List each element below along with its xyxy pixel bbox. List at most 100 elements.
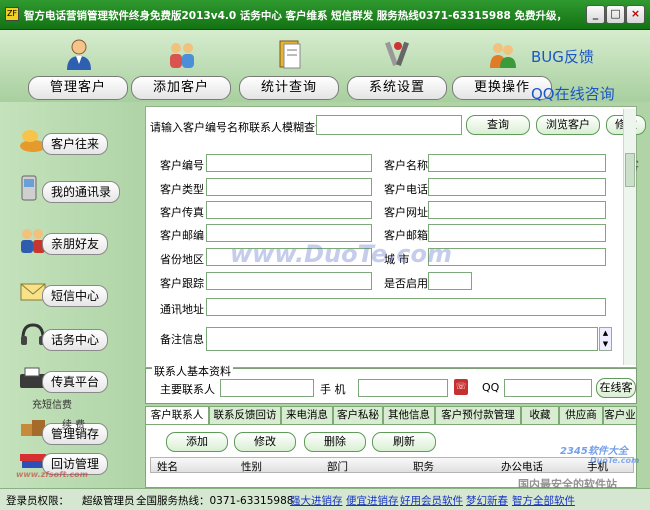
column-header[interactable]: 办公电话: [501, 459, 543, 474]
app-icon: ZF: [5, 7, 19, 21]
remarks-label: 备注信息: [160, 333, 204, 346]
customer-name-input[interactable]: [428, 154, 606, 172]
province-label: 省份地区: [160, 253, 204, 266]
customer-followup-label: 客户跟踪: [160, 277, 204, 290]
users-icon: [490, 43, 516, 68]
main-toolbar: 管理客户 添加客户 统计查询 系统设置 更换操作 BUG反馈 QQ在线咨询: [0, 30, 650, 104]
address-input[interactable]: [206, 298, 606, 316]
tab-feedback-revisit[interactable]: 联系反馈回访: [209, 406, 281, 424]
status-bar: 登录员权限： 超级管理员 全国服务热线：0371-63315988 强大进销存 …: [0, 488, 650, 510]
qq-consult-link[interactable]: QQ在线咨询: [531, 83, 615, 104]
bug-feedback-link[interactable]: BUG反馈: [531, 46, 594, 67]
refresh-button[interactable]: 刷新: [372, 432, 436, 452]
link-new-year[interactable]: 梦幻新春: [466, 493, 508, 508]
customer-name-label: 客户名称: [384, 159, 428, 172]
customer-type-label: 客户类型: [160, 183, 204, 196]
add-button[interactable]: 添加: [166, 432, 228, 452]
tab-incoming-calls[interactable]: 来电消息: [281, 406, 333, 424]
manage-customers-button[interactable]: 管理客户: [28, 38, 128, 100]
tab-private[interactable]: 客户私秘: [333, 406, 383, 424]
add-customer-button[interactable]: 添加客户: [131, 38, 231, 100]
qq-input[interactable]: [504, 379, 592, 397]
scrollbar-thumb[interactable]: [625, 153, 635, 187]
delete-button[interactable]: 删除: [304, 432, 366, 452]
tab-customer-business[interactable]: 客户业: [603, 406, 637, 424]
mobile-input[interactable]: [358, 379, 448, 397]
sidebar: 客户往来 我的通讯录 亲朋好友 短信中心 话务中心 传真平台 充短信费 管理销存…: [0, 102, 140, 488]
phone-call-icon[interactable]: ☏: [454, 379, 468, 395]
link-inventory-cheap[interactable]: 便宜进销存: [346, 493, 399, 508]
customer-email-label: 客户邮箱: [384, 229, 428, 242]
customer-website-input[interactable]: [428, 201, 606, 219]
customer-phone-label: 客户电话: [384, 183, 428, 196]
people-icon: [170, 43, 194, 68]
customer-type-select[interactable]: [206, 178, 372, 196]
column-header[interactable]: 性别: [241, 459, 262, 474]
title-bar: ZF 智方电话营销管理软件终身免费版2013v4.0 话务中心 客户维系 短信群…: [0, 0, 650, 30]
column-header[interactable]: 姓名: [157, 459, 178, 474]
sidebar-item-address-book[interactable]: 我的通讯录: [18, 174, 130, 204]
city-select[interactable]: [428, 248, 606, 266]
customer-phone-input[interactable]: [428, 178, 606, 196]
column-header[interactable]: 职务: [413, 459, 434, 474]
customer-zip-label: 客户邮编: [160, 229, 204, 242]
link-inventory-pro[interactable]: 强大进销存: [290, 493, 343, 508]
customer-zip-input[interactable]: [206, 224, 372, 242]
tab-suppliers[interactable]: 供应商: [559, 406, 603, 424]
close-button[interactable]: ×: [626, 5, 645, 24]
recharge-sms-text: 充短信费: [32, 400, 72, 411]
minimize-button[interactable]: _: [586, 5, 605, 24]
binder-icon: [279, 40, 301, 69]
enabled-label: 是否启用: [384, 277, 428, 290]
statistics-query-button[interactable]: 统计查询: [239, 38, 339, 100]
query-button[interactable]: 查询: [466, 115, 530, 135]
modify-contact-button[interactable]: 修改: [234, 432, 296, 452]
sidebar-item-label: 客户往来: [42, 133, 109, 155]
customer-fax-input[interactable]: [206, 201, 372, 219]
tab-prepayment[interactable]: 客户预付款管理: [435, 406, 521, 424]
link-all-software[interactable]: 智方全部软件: [512, 493, 575, 508]
sidebar-item-call-center[interactable]: 话务中心: [18, 322, 130, 352]
login-permission-label: 登录员权限：: [6, 495, 69, 507]
contact-groupbox: 联系人基本资料 主要联系人 手 机 ☏ QQ 在线客: [145, 363, 637, 404]
sidebar-item-fax-platform[interactable]: 传真平台: [18, 364, 130, 394]
sidebar-item-label: 话务中心: [42, 329, 109, 351]
primary-contact-input[interactable]: [220, 379, 314, 397]
renew-text: 续 费: [62, 420, 86, 431]
browse-customers-button[interactable]: 浏览客户: [536, 115, 600, 135]
search-input[interactable]: [316, 115, 462, 135]
customer-form-panel: 请输入客户编号名称联系人模糊查询 查询 浏览客户 修改 客户编号 客户名称 客 …: [145, 106, 646, 368]
link-member-software[interactable]: 好用会员软件: [400, 493, 463, 508]
sidebar-item-revisit[interactable]: 回访管理: [18, 446, 130, 476]
tab-customer-contacts[interactable]: 客户联系人: [145, 406, 209, 425]
city-label: 城 市: [384, 253, 410, 266]
sidebar-item-label: 我的通讯录: [42, 181, 121, 203]
province-select[interactable]: [206, 248, 372, 266]
form-scrollbar[interactable]: [623, 109, 636, 365]
maximize-button[interactable]: □: [606, 5, 625, 24]
sidebar-item-label: 亲朋好友: [42, 233, 109, 255]
tab-favorites[interactable]: 收藏: [521, 406, 559, 424]
qq-label: QQ: [482, 381, 500, 394]
primary-contact-label: 主要联系人: [160, 383, 215, 396]
customer-followup-select[interactable]: [206, 272, 372, 290]
main-area: 请输入客户编号名称联系人模糊查询 查询 浏览客户 修改 客户编号 客户名称 客 …: [140, 102, 650, 488]
contacts-tab-panel: 添加 修改 删除 刷新 姓名 性别 部门 职务 办公电话 手机: [145, 424, 637, 488]
column-header[interactable]: 部门: [327, 459, 348, 474]
remarks-scroll[interactable]: ▲ ▼: [599, 327, 612, 351]
customer-id-input[interactable]: [206, 154, 372, 172]
system-settings-button[interactable]: 系统设置: [347, 38, 447, 100]
customer-id-label: 客户编号: [160, 159, 204, 172]
sidebar-item-label: 回访管理: [42, 453, 109, 475]
column-header[interactable]: 手机: [587, 459, 608, 474]
remarks-textarea[interactable]: [206, 327, 598, 351]
role-text: 超级管理员: [82, 495, 135, 507]
sidebar-item-customer-dealings[interactable]: 客户往来: [18, 126, 130, 156]
customer-email-input[interactable]: [428, 224, 606, 242]
tab-other-info[interactable]: 其他信息: [383, 406, 435, 424]
sidebar-item-sms-center[interactable]: 短信中心: [18, 278, 130, 308]
sidebar-item-friends[interactable]: 亲朋好友: [18, 226, 130, 256]
online-customer-button[interactable]: 在线客: [596, 378, 636, 398]
enabled-select[interactable]: [428, 272, 472, 290]
sidebar-item-label: 短信中心: [42, 285, 109, 307]
